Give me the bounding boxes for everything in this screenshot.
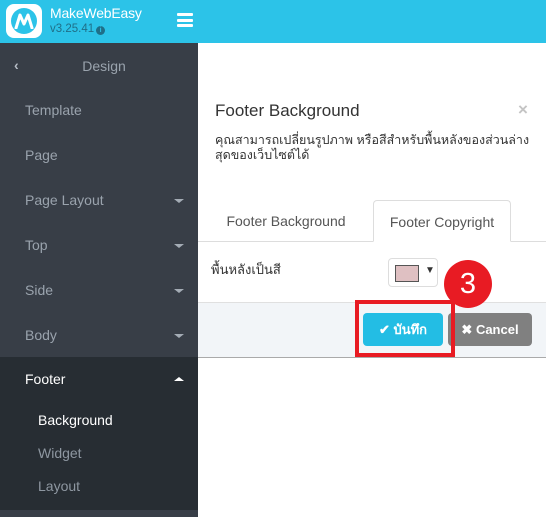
sidebar-item-page-layout[interactable]: Page Layout bbox=[0, 178, 198, 223]
sidebar-item-label: Template bbox=[25, 102, 82, 118]
sidebar-item-page[interactable]: Page bbox=[0, 133, 198, 178]
sidebar-item-label: Top bbox=[25, 237, 48, 253]
sidebar-subitem-widget[interactable]: Widget bbox=[38, 445, 82, 461]
caret-up-icon bbox=[174, 377, 184, 381]
app-header: MakeWebEasy v3.25.41 i bbox=[0, 0, 546, 43]
annotation-highlight-box bbox=[355, 300, 455, 357]
caret-down-icon: ▼ bbox=[425, 265, 435, 276]
sidebar-item-label: Side bbox=[25, 282, 54, 298]
sidebar-item-template[interactable]: Template bbox=[0, 88, 198, 133]
sidebar-item-side[interactable]: Side bbox=[0, 268, 198, 313]
logo[interactable] bbox=[6, 4, 42, 38]
caret-down-icon bbox=[174, 289, 184, 293]
x-icon: ✖ bbox=[461, 322, 473, 337]
color-swatch bbox=[395, 265, 419, 282]
sidebar: ‹ Design Template Page Page Layout Top S… bbox=[0, 43, 198, 517]
modal-description: คุณสามารถเปลี่ยนรูปภาพ หรือสีสำหรับพื้นห… bbox=[215, 133, 530, 162]
sidebar-item-body[interactable]: Body bbox=[0, 313, 198, 358]
caret-down-icon bbox=[174, 199, 184, 203]
sidebar-item-label: Page Layout bbox=[25, 192, 104, 208]
info-icon[interactable]: i bbox=[96, 26, 106, 35]
sidebar-item-label: Footer bbox=[25, 371, 66, 387]
cancel-button[interactable]: ✖ Cancel bbox=[448, 313, 532, 346]
close-icon[interactable]: × bbox=[518, 100, 528, 120]
sidebar-title: Design bbox=[82, 58, 126, 74]
tab-footer-background[interactable]: Footer Background bbox=[210, 200, 362, 242]
caret-down-icon bbox=[174, 334, 184, 338]
sidebar-item-top[interactable]: Top bbox=[0, 223, 198, 268]
background-color-label: พื้นหลังเป็นสี bbox=[211, 262, 281, 277]
sidebar-subitem-background[interactable]: Background bbox=[38, 412, 113, 428]
step-number-badge: 3 bbox=[444, 260, 492, 308]
version-label: v3.25.41 i bbox=[50, 23, 106, 35]
tab-footer-copyright[interactable]: Footer Copyright bbox=[373, 200, 511, 242]
caret-down-icon bbox=[174, 244, 184, 248]
logo-m-icon bbox=[11, 8, 37, 34]
sidebar-group-footer: Footer Background Widget Layout bbox=[0, 357, 198, 510]
hamburger-menu-icon[interactable] bbox=[177, 13, 193, 27]
cancel-label: Cancel bbox=[475, 322, 519, 337]
modal-title: Footer Background bbox=[215, 101, 360, 120]
sidebar-item-footer[interactable]: Footer bbox=[0, 357, 198, 402]
sidebar-item-label: Page bbox=[25, 147, 58, 163]
brand-name: MakeWebEasy bbox=[50, 5, 142, 21]
sidebar-subitem-layout[interactable]: Layout bbox=[38, 478, 80, 494]
sidebar-item-label: Body bbox=[25, 327, 57, 343]
version-text: v3.25.41 bbox=[50, 23, 95, 35]
sidebar-header: ‹ Design bbox=[0, 43, 198, 88]
color-picker[interactable]: ▼ bbox=[388, 258, 438, 287]
